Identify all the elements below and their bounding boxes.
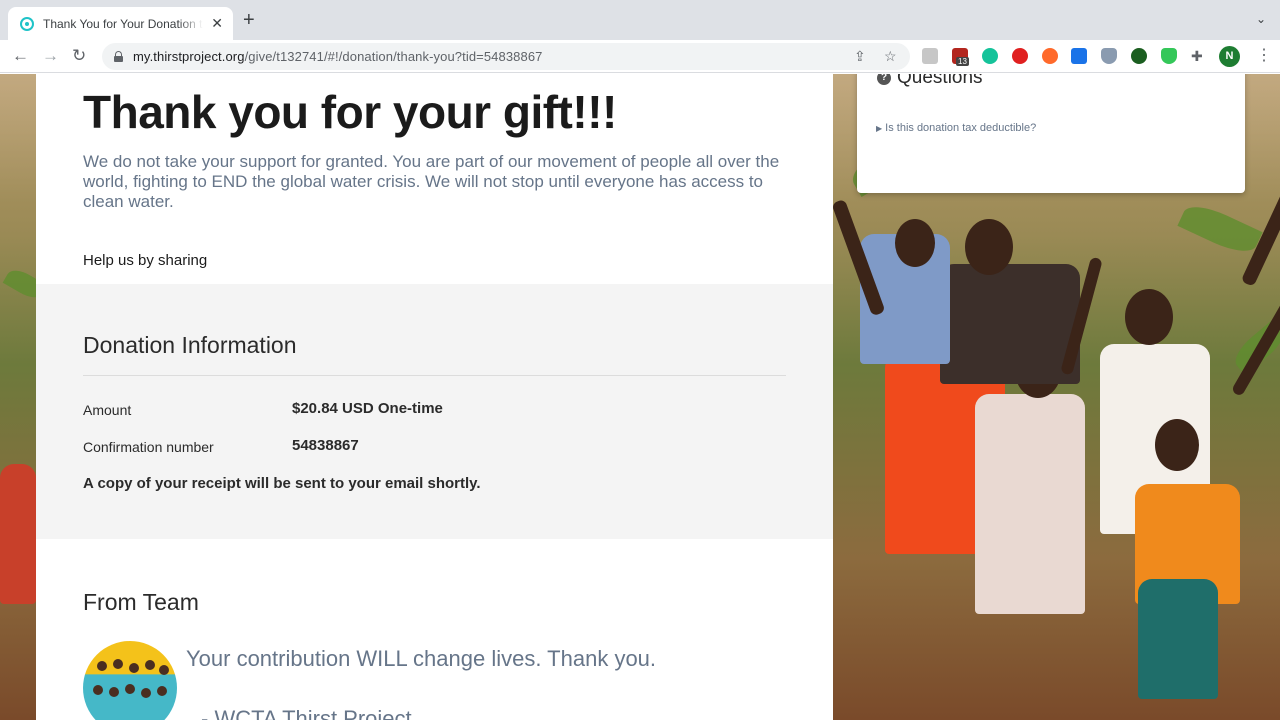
confirmation-label: Confirmation number bbox=[83, 439, 214, 455]
browser-menu-icon[interactable]: ⋮ bbox=[1256, 46, 1272, 66]
shield-icon[interactable] bbox=[1101, 48, 1117, 64]
tab-title: Thank You for Your Donation to bbox=[43, 16, 203, 31]
intro-text: We do not take your support for granted.… bbox=[83, 152, 780, 211]
url-path: /give/t132741/#!/donation/thank-you?tid=… bbox=[244, 49, 543, 64]
browser-toolbar: ← → ↻ my.thirstproject.org/give/t132741/… bbox=[0, 40, 1280, 73]
tab-strip: Thank You for Your Donation to ✕ + ⌄ bbox=[0, 0, 1280, 40]
screen-capture-icon[interactable] bbox=[1071, 48, 1087, 64]
back-button[interactable]: ← bbox=[12, 45, 29, 67]
amount-value: $20.84 USD One-time bbox=[292, 400, 443, 417]
divider bbox=[83, 375, 786, 376]
new-tab-button[interactable]: + bbox=[243, 10, 255, 30]
profile-avatar[interactable]: N bbox=[1219, 46, 1240, 67]
site-favicon-icon bbox=[20, 16, 34, 31]
receipt-note: A copy of your receipt will be sent to y… bbox=[83, 475, 481, 492]
forward-button[interactable]: → bbox=[42, 45, 59, 67]
address-bar[interactable]: my.thirstproject.org/give/t132741/#!/don… bbox=[102, 43, 910, 70]
share-icon[interactable]: ⇪ bbox=[854, 48, 866, 65]
questions-card: ? Questions ▶ Is this donation tax deduct… bbox=[857, 74, 1245, 193]
donation-info-title: Donation Information bbox=[83, 332, 297, 358]
browser-tab[interactable]: Thank You for Your Donation to ✕ bbox=[8, 7, 233, 40]
close-tab-icon[interactable]: ✕ bbox=[211, 15, 223, 32]
share-label: Help us by sharing bbox=[83, 252, 208, 269]
amount-label: Amount bbox=[83, 402, 132, 418]
extension-orange-icon[interactable] bbox=[1042, 48, 1058, 64]
bookmark-star-icon[interactable]: ☆ bbox=[884, 48, 897, 65]
url-host: my.thirstproject.org bbox=[133, 49, 245, 64]
help-question-icon: ? bbox=[877, 74, 891, 85]
extensions-puzzle-icon[interactable]: ✚ bbox=[1191, 48, 1203, 65]
check-shield-icon[interactable] bbox=[1161, 48, 1177, 64]
questions-title: Questions bbox=[897, 74, 983, 88]
donation-info-section: Donation Information Amount $20.84 USD O… bbox=[36, 284, 833, 539]
grammarly-icon[interactable] bbox=[982, 48, 998, 64]
extension-icon[interactable] bbox=[922, 48, 938, 64]
team-signature: - WCTA Thirst Project bbox=[201, 706, 412, 720]
record-extension-icon[interactable] bbox=[1012, 48, 1028, 64]
lock-icon bbox=[114, 51, 123, 62]
extension-badge-count: 13 bbox=[956, 57, 969, 66]
page-viewport: Thank you for your gift!!! We do not tak… bbox=[0, 74, 1280, 720]
confirmation-value: 54838867 bbox=[292, 437, 359, 454]
thank-you-panel: Thank you for your gift!!! We do not tak… bbox=[36, 74, 833, 720]
page-title: Thank you for your gift!!! bbox=[83, 86, 617, 138]
reload-button[interactable]: ↻ bbox=[72, 45, 86, 67]
faq-item-label: Is this donation tax deductible? bbox=[885, 122, 1037, 134]
faq-item-tax-deductible[interactable]: ▶ Is this donation tax deductible? bbox=[876, 122, 1036, 134]
tab-search-icon[interactable]: ⌄ bbox=[1256, 12, 1266, 26]
url-text[interactable]: my.thirstproject.org/give/t132741/#!/don… bbox=[133, 49, 542, 64]
extension-dark-icon[interactable] bbox=[1131, 48, 1147, 64]
team-title: From Team bbox=[83, 589, 199, 615]
caret-right-icon: ▶ bbox=[876, 124, 883, 133]
team-avatar[interactable] bbox=[83, 641, 177, 720]
team-message: Your contribution WILL change lives. Tha… bbox=[186, 646, 657, 671]
questions-heading: ? Questions bbox=[877, 74, 983, 89]
